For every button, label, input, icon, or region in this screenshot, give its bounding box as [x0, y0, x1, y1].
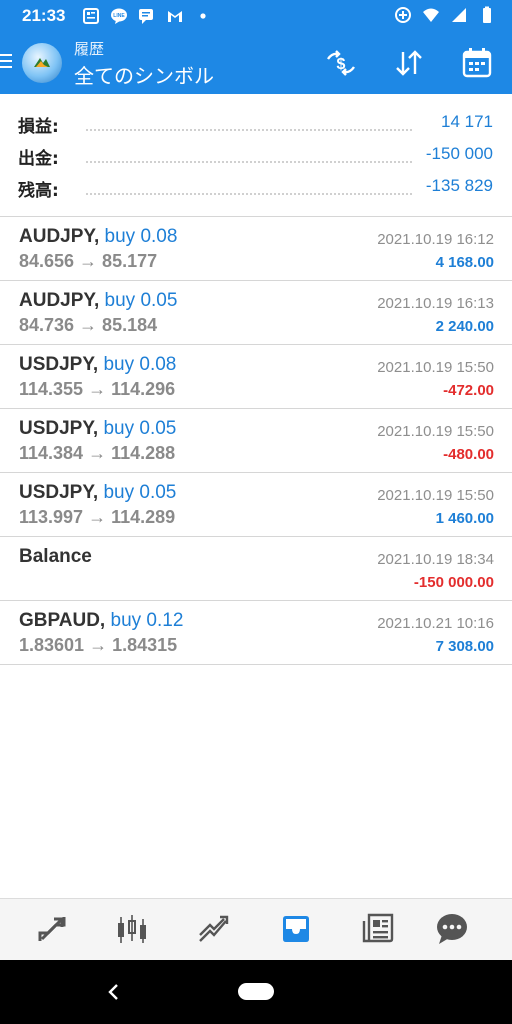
quotes-icon[interactable] — [34, 911, 70, 947]
trade-side: buy 0.05 — [103, 418, 177, 439]
trade-symbol: GBPAUD, — [19, 610, 106, 631]
profit-row: 損益: 14 171 — [0, 108, 512, 138]
line-app-icon: LINE — [111, 8, 127, 24]
trade-prices: 84.656 → 85.177 — [19, 251, 158, 271]
trade-profit: 2 240.00 — [435, 318, 494, 335]
trade-symbol-line: GBPAUD, buy 0.12 — [19, 610, 183, 632]
gmail-icon — [168, 11, 182, 22]
trade-prices: 1.83601 → 1.84315 — [19, 635, 178, 655]
battery-icon — [483, 6, 491, 23]
trade-profit: -472.00 — [443, 382, 494, 399]
dotted-leader — [86, 161, 412, 163]
trade-symbol: AUDJPY, — [19, 290, 100, 311]
bottom-navigation — [0, 898, 512, 961]
dotted-leader — [86, 193, 412, 195]
trade-side: buy 0.05 — [103, 482, 177, 503]
trade-symbol: USDJPY, — [19, 354, 99, 375]
history-row[interactable]: USDJPY, buy 0.05 113.997 → 114.289 2021.… — [0, 472, 512, 537]
svg-text:$: $ — [337, 56, 346, 73]
svg-text:LINE: LINE — [113, 13, 125, 19]
news-icon[interactable] — [360, 911, 396, 947]
trade-prices: 114.384 → 114.288 — [19, 443, 176, 463]
trade-profit: 4 168.00 — [435, 254, 494, 271]
trade-symbol-line: USDJPY, buy 0.05 — [19, 482, 176, 504]
news-notification-icon — [83, 8, 99, 24]
trade-side: buy 0.12 — [110, 610, 184, 631]
trade-profit: -150 000.00 — [413, 574, 494, 591]
profit-value: 14 171 — [441, 112, 493, 131]
account-summary: 損益: 14 171 出金: -150 000 残高: -135 829 — [0, 94, 512, 216]
trade-prices: 84.736 → 85.184 — [19, 315, 158, 335]
history-row[interactable]: GBPAUD, buy 0.12 1.83601 → 1.84315 2021.… — [0, 600, 512, 665]
currency-swap-icon[interactable]: $ — [324, 46, 358, 80]
calendar-icon[interactable] — [460, 46, 494, 80]
trade-icon[interactable] — [196, 911, 232, 947]
balance-row: 残高: -135 829 — [0, 172, 512, 202]
trade-time: 2021.10.19 15:50 — [377, 423, 494, 440]
trade-time: 2021.10.19 15:50 — [377, 487, 494, 504]
trade-side: buy 0.08 — [104, 226, 178, 247]
history-icon[interactable] — [278, 911, 314, 947]
status-time: 21:33 — [22, 6, 66, 25]
mt-logo-icon — [34, 58, 50, 67]
trade-prices: 113.997 → 114.289 — [19, 507, 176, 527]
balance-label: 残高: — [18, 181, 59, 201]
trade-time: 2021.10.19 16:13 — [377, 295, 494, 312]
balance-value: -135 829 — [425, 176, 493, 195]
trade-symbol-line: AUDJPY, buy 0.08 — [19, 226, 177, 248]
symbol-selector[interactable]: 全てのシンボル — [74, 60, 214, 89]
chat-icon[interactable] — [434, 911, 470, 947]
history-row[interactable]: AUDJPY, buy 0.08 84.656 → 85.177 2021.10… — [0, 216, 512, 281]
trade-symbol-line: Balance — [19, 546, 92, 568]
status-bar: 21:33 LINE — [0, 0, 512, 32]
trade-profit: -480.00 — [443, 446, 494, 463]
trade-symbol: AUDJPY, — [19, 226, 100, 247]
message-icon — [139, 9, 153, 24]
data-saver-icon — [395, 7, 411, 23]
trade-symbol: Balance — [19, 546, 92, 567]
trade-prices: 114.355 → 114.296 — [19, 379, 176, 399]
trade-side: buy 0.05 — [104, 290, 178, 311]
page-subtitle: 履歴 — [74, 40, 105, 58]
deposit-label: 出金: — [18, 149, 59, 169]
trade-profit: 1 460.00 — [435, 510, 494, 527]
sort-icon[interactable] — [392, 46, 426, 80]
dotted-leader — [86, 129, 412, 131]
home-button[interactable] — [238, 983, 274, 1000]
profit-label: 損益: — [18, 117, 59, 137]
app-bar: 履歴 全てのシンボル $ — [0, 32, 512, 94]
chart-icon[interactable] — [114, 911, 150, 947]
deposit-row: 出金: -150 000 — [0, 140, 512, 170]
wifi-icon — [423, 8, 439, 22]
deposit-value: -150 000 — [425, 144, 493, 163]
history-row[interactable]: USDJPY, buy 0.05 114.384 → 114.288 2021.… — [0, 408, 512, 473]
system-status-icons — [394, 6, 496, 24]
history-row[interactable]: Balance 2021.10.19 18:34 -150 000.00 — [0, 536, 512, 601]
trade-symbol-line: USDJPY, buy 0.05 — [19, 418, 176, 440]
trade-time: 2021.10.21 10:16 — [377, 615, 494, 632]
trade-time: 2021.10.19 16:12 — [377, 231, 494, 248]
trade-side: buy 0.08 — [103, 354, 177, 375]
trade-time: 2021.10.19 15:50 — [377, 359, 494, 376]
trade-symbol: USDJPY, — [19, 482, 99, 503]
trade-symbol-line: USDJPY, buy 0.08 — [19, 354, 176, 376]
dot-icon — [200, 13, 206, 19]
menu-icon[interactable] — [0, 54, 12, 72]
system-navigation-bar — [0, 960, 512, 1024]
trade-time: 2021.10.19 18:34 — [377, 551, 494, 568]
history-row[interactable]: USDJPY, buy 0.08 114.355 → 114.296 2021.… — [0, 344, 512, 409]
notification-icons: LINE — [82, 7, 212, 25]
back-icon[interactable] — [104, 982, 122, 1002]
trade-profit: 7 308.00 — [435, 638, 494, 655]
signal-icon — [452, 8, 466, 22]
trade-symbol-line: AUDJPY, buy 0.05 — [19, 290, 177, 312]
trade-symbol: USDJPY, — [19, 418, 99, 439]
app-logo[interactable] — [22, 43, 62, 83]
history-row[interactable]: AUDJPY, buy 0.05 84.736 → 85.184 2021.10… — [0, 280, 512, 345]
